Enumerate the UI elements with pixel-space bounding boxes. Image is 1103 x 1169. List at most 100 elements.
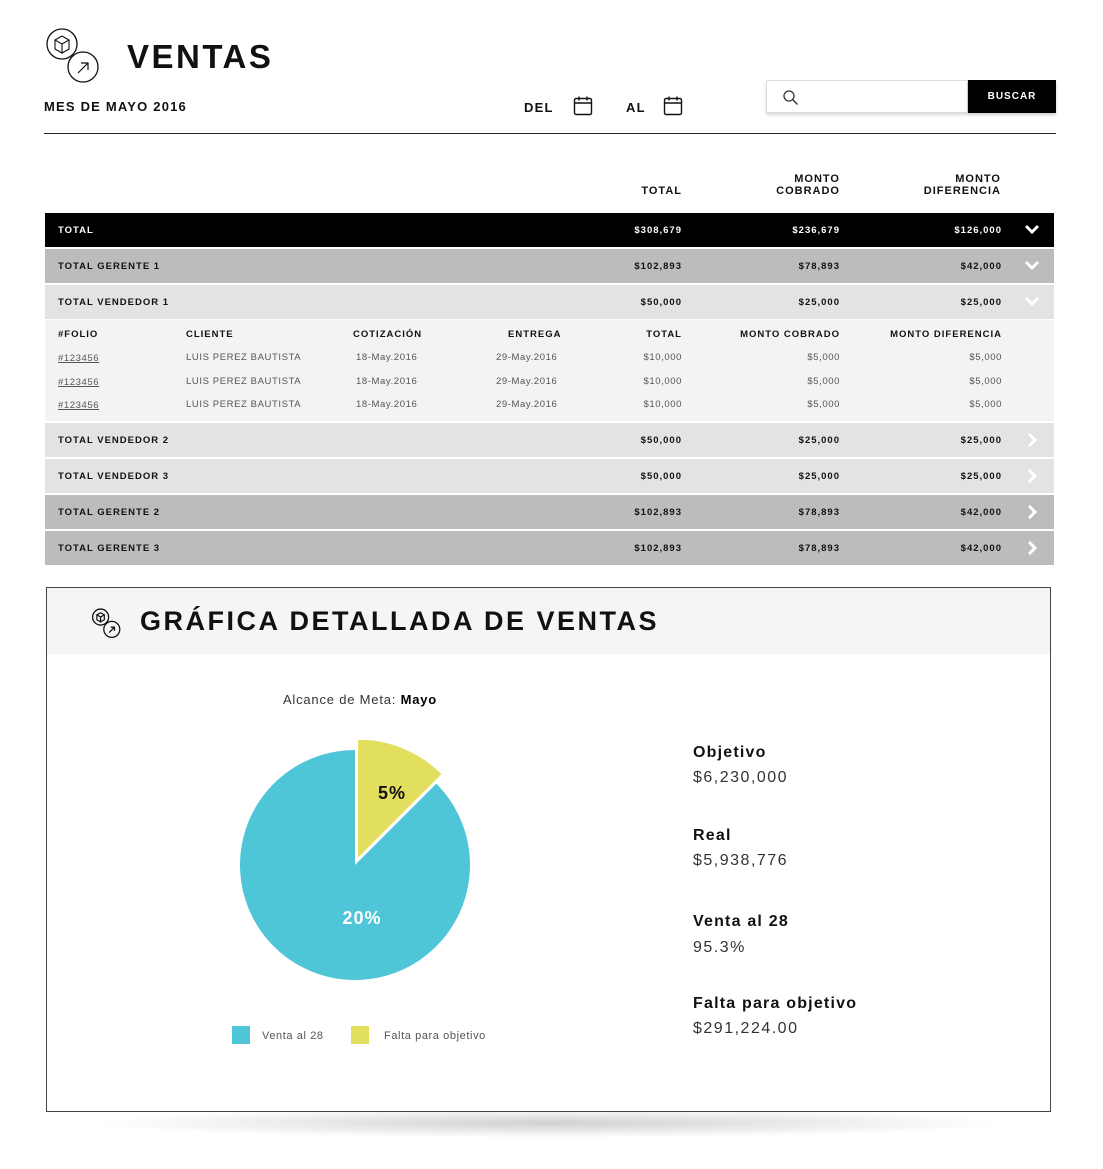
entrega-cell: 29-May.2016 <box>496 352 558 363</box>
pie-slice-venta <box>239 750 470 980</box>
legend-swatch-falta <box>351 1026 369 1044</box>
diferencia-cell: $5,000 <box>969 376 1002 387</box>
page-title: VENTAS <box>127 38 274 75</box>
row-diferencia-value: $42,000 <box>960 507 1002 518</box>
chart-caption: Alcance de Meta: Mayo <box>0 692 720 707</box>
cotizacion-cell: 18-May.2016 <box>356 399 418 410</box>
row-diferencia-value: $42,000 <box>960 261 1002 272</box>
detail-header-folio: #FOLIO <box>58 329 99 340</box>
vendedor-1-detail-table: #FOLIO CLIENTE COTIZACIÓN ENTREGA TOTAL … <box>45 320 1054 421</box>
chevron-right-icon[interactable] <box>1024 505 1040 519</box>
detail-header-cliente: CLIENTE <box>186 329 234 340</box>
cliente-cell: LUIS PEREZ BAUTISTA <box>186 399 302 410</box>
chevron-down-icon[interactable] <box>1024 223 1040 237</box>
row-label: TOTAL <box>58 225 94 236</box>
col-header-cobrado-line2: COBRADO <box>776 185 840 197</box>
calendar-from-icon[interactable] <box>573 96 593 116</box>
calendar-to-icon[interactable] <box>663 96 683 116</box>
folio-link[interactable]: #123456 <box>58 377 99 388</box>
cliente-cell: LUIS PEREZ BAUTISTA <box>186 376 302 387</box>
row-total-value: $102,893 <box>634 543 682 554</box>
legend-swatch-venta <box>232 1026 250 1044</box>
legend-label-falta: Falta para objetivo <box>384 1030 486 1042</box>
total-cell: $10,000 <box>643 352 682 363</box>
row-label: TOTAL GERENTE 2 <box>58 507 161 518</box>
search-box <box>766 80 968 113</box>
row-total[interactable]: TOTAL $308,679 $236,679 $126,000 <box>45 213 1054 247</box>
row-cobrado-value: $78,893 <box>798 543 840 554</box>
row-total-value: $50,000 <box>640 471 682 482</box>
row-diferencia-value: $25,000 <box>960 297 1002 308</box>
row-total-value: $308,679 <box>634 225 682 236</box>
row-diferencia-value: $25,000 <box>960 435 1002 446</box>
stat-objetivo-value: $6,230,000 <box>693 769 789 786</box>
chevron-down-icon[interactable] <box>1024 295 1040 309</box>
row-cobrado-value: $25,000 <box>798 435 840 446</box>
stat-objetivo-label: Objetivo <box>693 744 767 761</box>
row-cobrado-value: $78,893 <box>798 261 840 272</box>
diferencia-cell: $5,000 <box>969 399 1002 410</box>
folio-link[interactable]: #123456 <box>58 400 99 411</box>
row-cobrado-value: $78,893 <box>798 507 840 518</box>
stat-real-label: Real <box>693 827 732 844</box>
col-header-dif-line1: MONTO <box>955 173 1001 185</box>
row-cobrado-value: $25,000 <box>798 297 840 308</box>
stat-falta-value: $291,224.00 <box>693 1020 799 1037</box>
pie-label-venta: 20% <box>342 908 381 928</box>
total-cell: $10,000 <box>643 399 682 410</box>
chevron-down-icon[interactable] <box>1024 259 1040 273</box>
row-diferencia-value: $42,000 <box>960 543 1002 554</box>
row-total-value: $102,893 <box>634 507 682 518</box>
row-gerente-1[interactable]: TOTAL GERENTE 1 $102,893 $78,893 $42,000 <box>45 249 1054 283</box>
card-header: GRÁFICA DETALLADA DE VENTAS <box>47 588 1050 654</box>
detail-header-total: TOTAL <box>646 329 682 340</box>
col-header-total: TOTAL <box>641 185 682 197</box>
row-label: TOTAL VENDEDOR 2 <box>58 435 170 446</box>
col-header-dif-line2: DIFERENCIA <box>923 185 1001 197</box>
date-to-label: AL <box>626 100 646 115</box>
card-shadow <box>90 1108 1010 1138</box>
col-header-diferencia: MONTO DIFERENCIA <box>924 173 1001 197</box>
col-header-cobrado-line1: MONTO <box>794 173 840 185</box>
legend-label-venta: Venta al 28 <box>262 1030 324 1042</box>
row-label: TOTAL VENDEDOR 1 <box>58 297 170 308</box>
folio-link[interactable]: #123456 <box>58 353 99 364</box>
row-total-value: $50,000 <box>640 297 682 308</box>
sales-chart-card: GRÁFICA DETALLADA DE VENTAS <box>46 587 1051 1112</box>
row-diferencia-value: $25,000 <box>960 471 1002 482</box>
stat-real-value: $5,938,776 <box>693 852 789 869</box>
search-input[interactable] <box>803 87 965 109</box>
total-cell: $10,000 <box>643 376 682 387</box>
chevron-right-icon[interactable] <box>1024 469 1040 483</box>
detail-header-cotizacion: COTIZACIÓN <box>353 329 423 340</box>
ventas-logo-icon <box>46 28 99 83</box>
header-divider <box>44 133 1056 134</box>
date-from-label: DEL <box>524 100 554 115</box>
pie-label-falta: 5% <box>378 783 406 803</box>
entrega-cell: 29-May.2016 <box>496 399 558 410</box>
cobrado-cell: $5,000 <box>807 352 840 363</box>
col-header-cobrado: MONTO COBRADO <box>776 173 840 197</box>
cotizacion-cell: 18-May.2016 <box>356 352 418 363</box>
chevron-right-icon[interactable] <box>1024 541 1040 555</box>
row-label: TOTAL GERENTE 3 <box>58 543 161 554</box>
chevron-right-icon[interactable] <box>1024 433 1040 447</box>
detail-header-diferencia: MONTO DIFERENCIA <box>890 329 1002 340</box>
row-label: TOTAL GERENTE 1 <box>58 261 161 272</box>
stat-venta-label: Venta al 28 <box>693 913 789 930</box>
chart-logo-icon <box>91 608 121 638</box>
row-vendedor-3[interactable]: TOTAL VENDEDOR 3 $50,000 $25,000 $25,000 <box>45 459 1054 493</box>
search-icon <box>783 90 798 105</box>
row-vendedor-1[interactable]: TOTAL VENDEDOR 1 $50,000 $25,000 $25,000 <box>45 285 1054 319</box>
row-gerente-3[interactable]: TOTAL GERENTE 3 $102,893 $78,893 $42,000 <box>45 531 1054 565</box>
search-button[interactable]: BUSCAR <box>968 80 1056 113</box>
stat-venta-value: 95.3% <box>693 939 746 956</box>
row-cobrado-value: $236,679 <box>792 225 840 236</box>
row-vendedor-2[interactable]: TOTAL VENDEDOR 2 $50,000 $25,000 $25,000 <box>45 423 1054 457</box>
row-total-value: $50,000 <box>640 435 682 446</box>
row-diferencia-value: $126,000 <box>954 225 1002 236</box>
row-gerente-2[interactable]: TOTAL GERENTE 2 $102,893 $78,893 $42,000 <box>45 495 1054 529</box>
detail-header-entrega: ENTREGA <box>508 329 562 340</box>
entrega-cell: 29-May.2016 <box>496 376 558 387</box>
chart-card-title: GRÁFICA DETALLADA DE VENTAS <box>140 606 659 636</box>
